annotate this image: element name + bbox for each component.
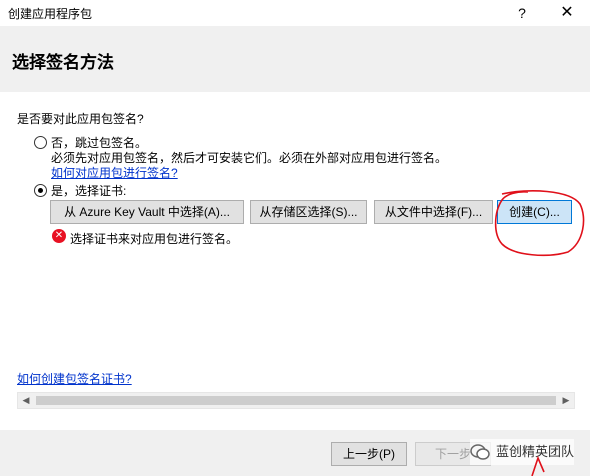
radio-skip-signing[interactable] [34, 136, 47, 149]
error-message: 选择证书来对应用包进行签名。 [70, 232, 239, 246]
window-title: 创建应用程序包 [8, 7, 93, 21]
select-from-store-button[interactable]: 从存储区选择(S)... [250, 200, 367, 224]
close-button[interactable]: ✕ [556, 2, 578, 24]
horizontal-scrollbar[interactable]: ◀ ▶ [17, 392, 575, 409]
scroll-right-icon[interactable]: ▶ [558, 393, 574, 408]
page-title: 选择签名方法 [12, 53, 114, 72]
error-icon: ✕ [52, 229, 66, 243]
select-from-file-button[interactable]: 从文件中选择(F)... [374, 200, 493, 224]
select-certificate-label[interactable]: 是，选择证书: [51, 182, 126, 199]
back-button[interactable]: 上一步(P) [331, 442, 407, 466]
wechat-logo-icon [470, 444, 490, 460]
watermark: 蓝创精英团队 [470, 439, 575, 465]
radio-select-certificate[interactable] [34, 184, 47, 197]
header-band: 选择签名方法 [0, 26, 590, 92]
azure-key-vault-button[interactable]: 从 Azure Key Vault 中选择(A)... [50, 200, 244, 224]
sign-prompt: 是否要对此应用包签名? [17, 112, 144, 126]
watermark-text: 蓝创精英团队 [496, 444, 575, 459]
how-to-sign-link[interactable]: 如何对应用包进行签名? [51, 164, 178, 181]
title-bar: 创建应用程序包 ? ✕ [0, 0, 590, 26]
scroll-left-icon[interactable]: ◀ [18, 393, 34, 408]
help-button[interactable]: ? [511, 2, 533, 24]
create-certificate-button[interactable]: 创建(C)... [497, 200, 572, 224]
create-certificate-help-link[interactable]: 如何创建包签名证书? [17, 370, 132, 387]
scrollbar-thumb[interactable] [36, 396, 556, 405]
